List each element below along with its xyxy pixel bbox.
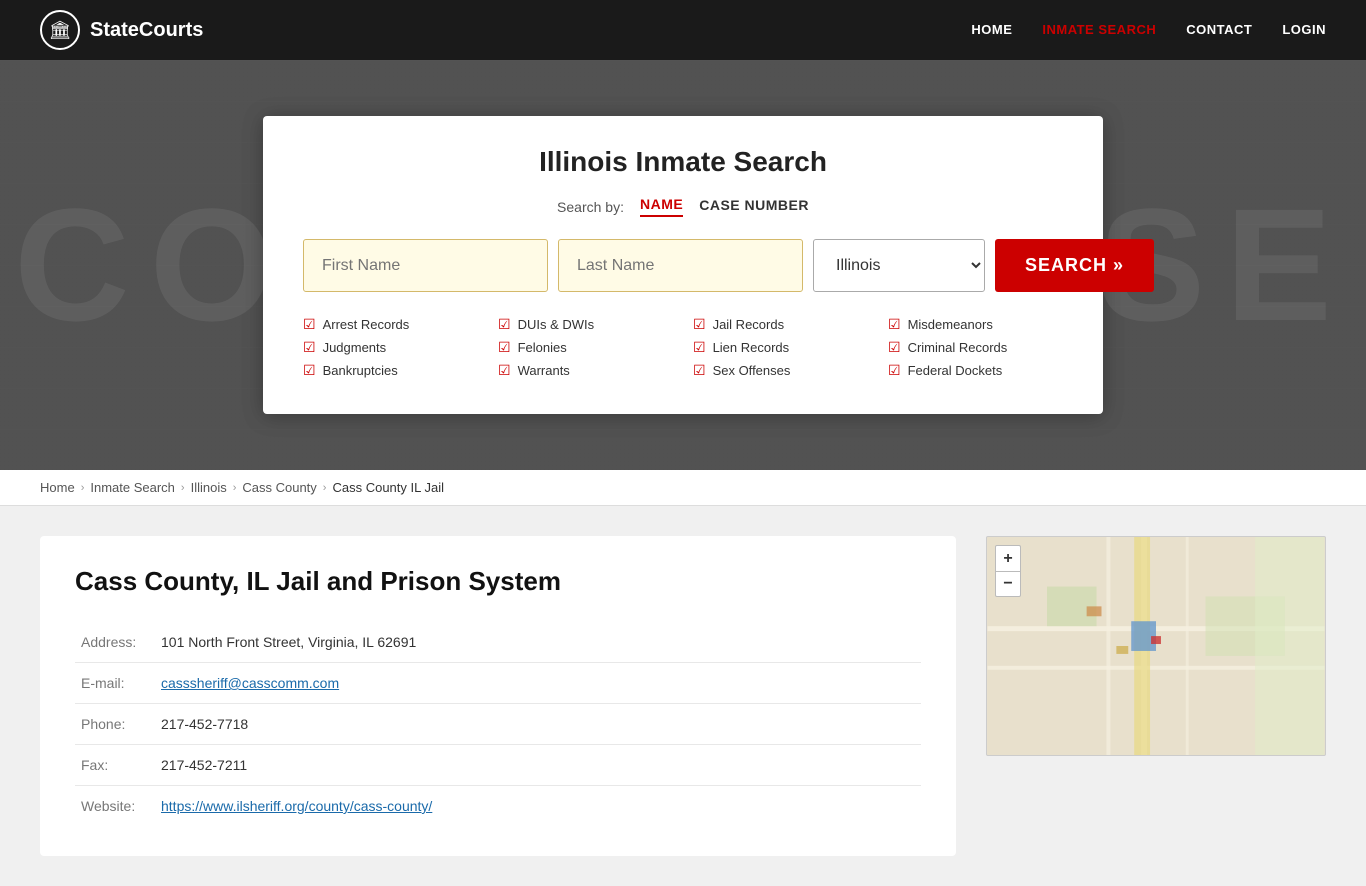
breadcrumb-separator: ›	[181, 482, 185, 494]
info-row: E-mail: casssheriff@casscomm.com	[75, 663, 921, 704]
checkbox-label: Arrest Records	[323, 317, 410, 332]
checkbox-label: Misdemeanors	[908, 317, 993, 332]
main-nav: HOME INMATE SEARCH CONTACT LOGIN	[971, 21, 1326, 39]
checkbox-item: ☑ Federal Dockets	[888, 362, 1063, 379]
email-link[interactable]: casssheriff@casscomm.com	[161, 675, 339, 691]
info-label: Address:	[75, 622, 155, 663]
search-by-case-number[interactable]: CASE NUMBER	[699, 197, 809, 216]
zoom-in-button[interactable]: +	[995, 545, 1021, 571]
info-label: Phone:	[75, 704, 155, 745]
search-card-title: Illinois Inmate Search	[303, 146, 1063, 178]
breadcrumb-link[interactable]: Illinois	[191, 480, 227, 495]
search-by-name[interactable]: NAME	[640, 196, 683, 217]
breadcrumb-separator: ›	[81, 482, 85, 494]
checkbox-label: Criminal Records	[908, 340, 1008, 355]
breadcrumb-separator: ›	[323, 482, 327, 494]
state-select[interactable]: Illinois Alabama Alaska Arizona Arkansas…	[813, 239, 985, 292]
info-row: Address:101 North Front Street, Virginia…	[75, 622, 921, 663]
search-button[interactable]: SEARCH »	[995, 239, 1154, 292]
checkbox-label: Felonies	[518, 340, 567, 355]
info-value[interactable]: casssheriff@casscomm.com	[155, 663, 921, 704]
hero-section: COURTHOUSE Illinois Inmate Search Search…	[0, 60, 1366, 470]
checkbox-icon: ☑	[498, 316, 511, 333]
map-container: + −	[986, 536, 1326, 756]
nav-link-inmate-search[interactable]: INMATE SEARCH	[1042, 22, 1156, 37]
content-card: Cass County, IL Jail and Prison System A…	[40, 536, 956, 856]
checkbox-label: Lien Records	[713, 340, 790, 355]
info-label: E-mail:	[75, 663, 155, 704]
checkbox-item: ☑ Misdemeanors	[888, 316, 1063, 333]
logo[interactable]: 🏛 StateCourts	[40, 10, 203, 50]
map-zoom-controls: + −	[995, 545, 1021, 597]
logo-text: StateCourts	[90, 19, 203, 42]
checkbox-label: Jail Records	[713, 317, 785, 332]
breadcrumb-link[interactable]: Home	[40, 480, 75, 495]
checkbox-item: ☑ Felonies	[498, 339, 673, 356]
last-name-input[interactable]	[558, 239, 803, 292]
search-by-label: Search by:	[557, 199, 624, 215]
checkbox-icon: ☑	[693, 362, 706, 379]
search-by-row: Search by: NAME CASE NUMBER	[303, 196, 1063, 217]
checkbox-label: Sex Offenses	[713, 363, 791, 378]
info-value: 217-452-7211	[155, 745, 921, 786]
checkbox-icon: ☑	[693, 316, 706, 333]
checkbox-item: ☑ Bankruptcies	[303, 362, 478, 379]
checkbox-item: ☑ Warrants	[498, 362, 673, 379]
info-value: 217-452-7718	[155, 704, 921, 745]
checkbox-label: Warrants	[518, 363, 570, 378]
info-table: Address:101 North Front Street, Virginia…	[75, 622, 921, 826]
nav-link-contact[interactable]: CONTACT	[1186, 22, 1252, 37]
checkbox-icon: ☑	[303, 339, 316, 356]
checkboxes-grid: ☑ Arrest Records ☑ DUIs & DWIs ☑ Jail Records…	[303, 316, 1063, 379]
checkbox-item: ☑ Lien Records	[693, 339, 868, 356]
logo-icon: 🏛	[40, 10, 80, 50]
checkbox-icon: ☑	[888, 362, 901, 379]
checkbox-item: ☑ Jail Records	[693, 316, 868, 333]
info-row: Website: https://www.ilsheriff.org/county…	[75, 786, 921, 827]
map-svg	[987, 537, 1325, 755]
checkbox-label: Judgments	[323, 340, 387, 355]
info-row: Fax:217-452-7211	[75, 745, 921, 786]
checkbox-icon: ☑	[498, 362, 511, 379]
main-content: Cass County, IL Jail and Prison System A…	[0, 506, 1366, 886]
checkbox-item: ☑ Judgments	[303, 339, 478, 356]
search-inputs-row: Illinois Alabama Alaska Arizona Arkansas…	[303, 239, 1063, 292]
info-value: 101 North Front Street, Virginia, IL 626…	[155, 622, 921, 663]
checkbox-icon: ☑	[693, 339, 706, 356]
checkbox-item: ☑ Sex Offenses	[693, 362, 868, 379]
checkbox-label: DUIs & DWIs	[518, 317, 595, 332]
checkbox-icon: ☑	[888, 339, 901, 356]
breadcrumb-link[interactable]: Inmate Search	[90, 480, 175, 495]
checkbox-icon: ☑	[888, 316, 901, 333]
first-name-input[interactable]	[303, 239, 548, 292]
breadcrumb: Home › Inmate Search › Illinois › Cass County ›…	[0, 470, 1366, 506]
breadcrumb-link[interactable]: Cass County	[242, 480, 316, 495]
checkbox-item: ☑ DUIs & DWIs	[498, 316, 673, 333]
nav-link-login[interactable]: LOGIN	[1282, 22, 1326, 37]
info-row: Phone:217-452-7718	[75, 704, 921, 745]
checkbox-label: Bankruptcies	[323, 363, 398, 378]
info-label: Fax:	[75, 745, 155, 786]
checkbox-icon: ☑	[498, 339, 511, 356]
checkbox-icon: ☑	[303, 316, 316, 333]
breadcrumb-separator: ›	[233, 482, 237, 494]
checkbox-icon: ☑	[303, 362, 316, 379]
info-label: Website:	[75, 786, 155, 827]
website-link[interactable]: https://www.ilsheriff.org/county/cass-co…	[161, 798, 432, 814]
search-card: Illinois Inmate Search Search by: NAME C…	[263, 116, 1103, 414]
jail-title: Cass County, IL Jail and Prison System	[75, 566, 921, 597]
checkbox-item: ☑ Criminal Records	[888, 339, 1063, 356]
breadcrumb-current: Cass County IL Jail	[332, 480, 444, 495]
nav-link-home[interactable]: HOME	[971, 22, 1012, 37]
header: 🏛 StateCourts HOME INMATE SEARCH CONTACT LO…	[0, 0, 1366, 60]
map-area: + −	[986, 536, 1326, 856]
checkbox-item: ☑ Arrest Records	[303, 316, 478, 333]
info-value[interactable]: https://www.ilsheriff.org/county/cass-co…	[155, 786, 921, 827]
zoom-out-button[interactable]: −	[995, 571, 1021, 597]
checkbox-label: Federal Dockets	[908, 363, 1003, 378]
